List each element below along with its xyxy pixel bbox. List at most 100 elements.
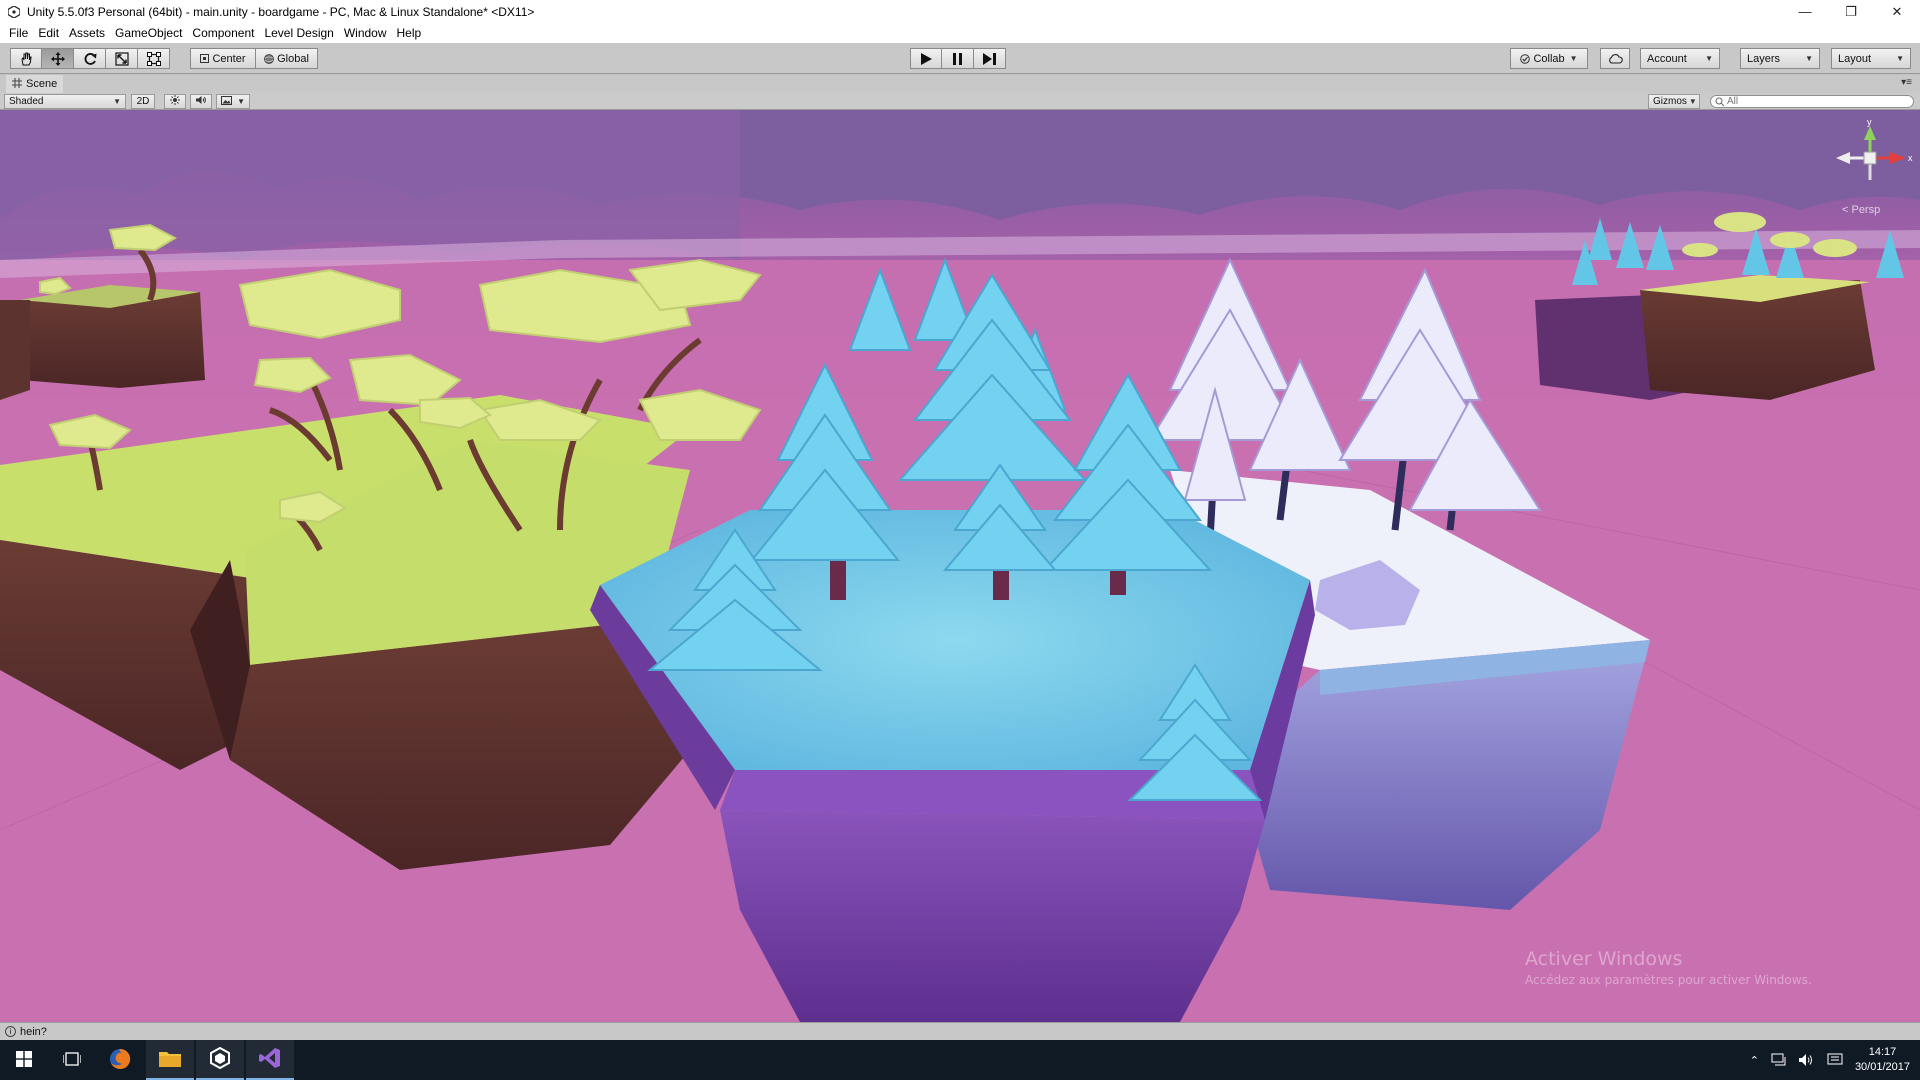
scene-lighting-toggle[interactable] — [164, 94, 186, 109]
unity-logo-icon — [7, 5, 21, 19]
play-button[interactable] — [910, 48, 942, 69]
taskbar-file-explorer[interactable] — [146, 1040, 194, 1080]
menu-assets[interactable]: Assets — [64, 26, 110, 40]
draw-mode-dropdown[interactable]: Shaded ▼ — [4, 94, 126, 109]
scene-grid-icon — [12, 77, 22, 91]
step-button[interactable] — [974, 48, 1006, 69]
projection-label[interactable]: < Persp — [1842, 204, 1880, 216]
playback-controls — [910, 48, 1006, 69]
collab-group: Collab ▼ — [1510, 48, 1588, 69]
gizmo-x-label: x — [1908, 153, 1913, 163]
scene-render — [0, 110, 1920, 1022]
scene-search-field[interactable]: All — [1710, 95, 1914, 108]
2d-mode-toggle[interactable]: 2D — [131, 94, 155, 109]
ice-hex-side — [720, 810, 1265, 1022]
gizmos-dropdown[interactable]: Gizmos ▼ — [1648, 94, 1700, 109]
cloud-icon — [1608, 53, 1623, 64]
scene-effects-dropdown[interactable]: ▼ — [216, 94, 250, 109]
hand-tool-button[interactable] — [10, 48, 42, 69]
collab-dropdown[interactable]: Collab ▼ — [1510, 48, 1588, 69]
notifications-icon[interactable] — [1821, 1053, 1849, 1067]
space-label: Global — [277, 52, 309, 65]
dropdown-arrow-icon: ▼ — [1805, 54, 1813, 63]
main-toolbar: Center Global Collab ▼ Account ▼ Layers … — [0, 43, 1920, 74]
close-button[interactable]: ✕ — [1874, 0, 1920, 23]
rect-tool-button[interactable] — [138, 48, 170, 69]
start-button[interactable] — [0, 1040, 48, 1080]
tab-scene[interactable]: Scene — [6, 75, 64, 93]
cloud-group — [1600, 48, 1630, 69]
rect-transform-icon — [146, 51, 161, 66]
image-icon — [221, 95, 232, 108]
scale-icon — [114, 51, 129, 66]
clock-time: 14:17 — [1868, 1046, 1897, 1058]
restore-button[interactable]: ❐ — [1828, 0, 1874, 23]
task-view-button[interactable] — [48, 1040, 96, 1080]
step-icon — [983, 52, 996, 65]
layers-dropdown[interactable]: Layers ▼ — [1740, 48, 1820, 69]
pause-icon — [953, 52, 962, 65]
move-arrows-icon — [50, 51, 65, 66]
pause-button[interactable] — [942, 48, 974, 69]
dropdown-arrow-icon: ▼ — [113, 97, 121, 106]
sun-icon — [170, 95, 180, 108]
menu-component[interactable]: Component — [187, 26, 259, 40]
firefox-icon — [108, 1047, 132, 1074]
watermark-subtitle: Accédez aux paramètres pour activer Wind… — [1525, 973, 1812, 987]
minimize-button[interactable]: — — [1782, 0, 1828, 23]
network-icon[interactable] — [1765, 1053, 1793, 1067]
menu-edit[interactable]: Edit — [33, 26, 64, 40]
taskbar-clock[interactable]: 14:17 30/01/2017 — [1849, 1045, 1920, 1075]
space-global-toggle[interactable]: Global — [256, 48, 318, 69]
layout-group: Layout ▼ — [1831, 48, 1911, 69]
scene-viewport[interactable]: y x < Persp Activer Windows Accédez aux … — [0, 110, 1920, 1022]
cloud-services-button[interactable] — [1600, 48, 1630, 69]
account-dropdown[interactable]: Account ▼ — [1640, 48, 1720, 69]
search-placeholder: All — [1727, 96, 1739, 107]
menu-file[interactable]: File — [4, 26, 33, 40]
clock-date: 30/01/2017 — [1854, 1061, 1910, 1073]
taskbar-unity[interactable] — [196, 1040, 244, 1080]
pivot-center-toggle[interactable]: Center — [190, 48, 256, 69]
taskbar-firefox[interactable] — [96, 1040, 144, 1080]
collab-label: Collab — [1533, 52, 1565, 65]
rotate-icon — [83, 52, 97, 66]
dropdown-arrow-icon: ▼ — [1705, 54, 1713, 63]
draw-mode-label: Shaded — [9, 96, 44, 107]
status-bar: i hein? — [0, 1022, 1920, 1040]
dropdown-arrow-icon: ▼ — [237, 97, 245, 106]
title-bar: Unity 5.5.0f3 Personal (64bit) - main.un… — [0, 0, 1920, 23]
gizmo-y-label: y — [1867, 118, 1872, 127]
visual-studio-icon — [259, 1047, 281, 1072]
hand-icon — [19, 52, 33, 66]
volume-icon[interactable] — [1793, 1053, 1821, 1067]
pivot-group: Center Global — [190, 48, 318, 69]
windows-activation-watermark: Activer Windows Accédez aux paramètres p… — [1525, 948, 1812, 987]
menu-gameobject[interactable]: GameObject — [110, 26, 187, 40]
menu-help[interactable]: Help — [392, 26, 427, 40]
transform-tools — [10, 48, 170, 69]
menu-window[interactable]: Window — [339, 26, 392, 40]
scene-orientation-gizmo[interactable]: y x — [1820, 117, 1920, 198]
tab-scene-label: Scene — [26, 78, 58, 90]
speaker-icon — [195, 95, 207, 108]
status-message[interactable]: hein? — [20, 1026, 47, 1038]
move-tool-button[interactable] — [42, 48, 74, 69]
tray-chevron-up-icon[interactable]: ⌃ — [1744, 1054, 1765, 1067]
panel-menu-icon[interactable]: ▾≡ — [1901, 77, 1912, 88]
search-icon — [1715, 97, 1725, 110]
scene-audio-toggle[interactable] — [190, 94, 212, 109]
task-view-icon — [62, 1051, 82, 1069]
taskbar-visual-studio[interactable] — [246, 1040, 294, 1080]
menu-bar: File Edit Assets GameObject Component Le… — [0, 23, 1920, 43]
layout-dropdown[interactable]: Layout ▼ — [1831, 48, 1911, 69]
layers-group: Layers ▼ — [1740, 48, 1820, 69]
play-icon — [920, 52, 932, 65]
2d-label: 2D — [136, 96, 150, 107]
scale-tool-button[interactable] — [106, 48, 138, 69]
folder-icon — [159, 1049, 181, 1070]
account-label: Account — [1647, 52, 1687, 65]
scene-tab-bar: Scene ▾≡ — [0, 75, 1920, 93]
rotate-tool-button[interactable] — [74, 48, 106, 69]
menu-level-design[interactable]: Level Design — [259, 26, 338, 40]
